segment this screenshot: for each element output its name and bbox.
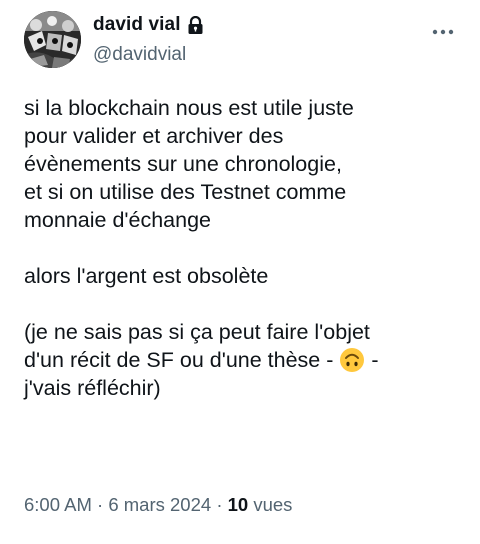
author-name-row: david vial <box>93 14 204 36</box>
tweet-line: (je ne sais pas si ça peut faire l'objet <box>24 320 370 344</box>
lock-icon <box>187 15 204 35</box>
tweet-meta: 6:00 AM · 6 mars 2024 · 10 vues <box>24 494 292 516</box>
tweet-paragraph: (je ne sais pas si ça peut faire l'objet… <box>24 318 464 402</box>
tweet-line: monnaie d'échange <box>24 208 212 232</box>
views-label: vues <box>253 494 293 515</box>
meta-separator: · <box>97 494 104 515</box>
tweet-card: david vial @davidvial si la blockchain n… <box>0 0 480 544</box>
views-count: 10 <box>227 494 249 515</box>
avatar-illustration-icon <box>24 11 81 68</box>
tweet-line: si la blockchain nous est utile juste <box>24 96 354 120</box>
tweet-line: alors l'argent est obsolète <box>24 264 269 288</box>
tweet-time: 6:00 AM <box>24 494 92 515</box>
meta-separator: · <box>216 494 223 515</box>
more-horizontal-icon[interactable] <box>431 24 455 35</box>
tweet-line: évènements sur une chronologie, <box>24 152 342 176</box>
tweet-timestamp-link[interactable]: 6:00 AM · 6 mars 2024 <box>24 494 211 515</box>
display-name[interactable]: david vial <box>93 14 181 36</box>
tweet-line: pour valider et archiver des <box>24 124 284 148</box>
avatar[interactable] <box>24 11 81 68</box>
author-handle[interactable]: @davidvial <box>93 44 186 66</box>
tweet-line: j'vais réfléchir) <box>24 376 161 400</box>
tweet-line: et si on utilise des Testnet comme <box>24 180 347 204</box>
tweet-text-segment: - <box>365 348 379 372</box>
tweet-date: 6 mars 2024 <box>108 494 212 515</box>
tweet-text: si la blockchain nous est utile juste po… <box>24 94 464 402</box>
tweet-paragraph: si la blockchain nous est utile juste po… <box>24 94 464 234</box>
tweet-line: d'un récit de SF ou d'une thèse - - <box>24 346 464 374</box>
tweet-text-segment: d'un récit de SF ou d'une thèse - <box>24 348 340 372</box>
tweet-paragraph: alors l'argent est obsolète <box>24 262 464 290</box>
upside-down-face-emoji-icon <box>339 347 365 373</box>
